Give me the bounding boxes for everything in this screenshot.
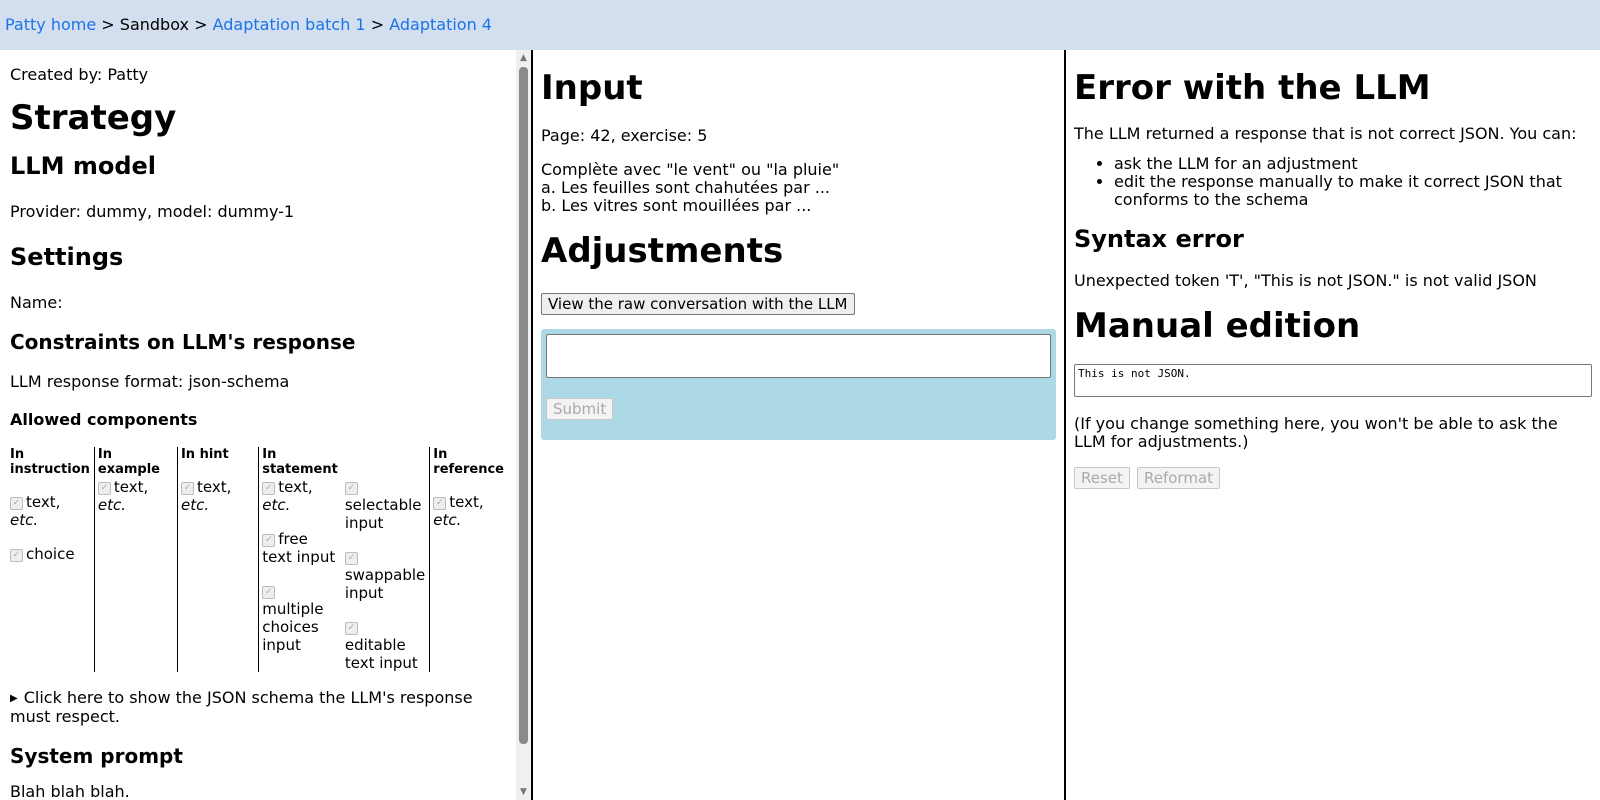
constraints-heading: Constraints on LLM's response: [10, 330, 356, 354]
checkbox: ✓: [344, 622, 358, 635]
checkbox: ✓: [262, 534, 276, 547]
checkbox: ✓: [10, 497, 23, 510]
breadcrumb-link-adaptation[interactable]: Adaptation 4: [389, 15, 492, 34]
adjustments-heading: Adjustments: [541, 231, 784, 271]
checkbox: ✓: [97, 482, 111, 495]
breadcrumb: Patty home > Sandbox > Adaptation batch …: [0, 0, 1600, 50]
breadcrumb-separator: >: [101, 15, 115, 34]
manual-edition-heading: Manual edition: [1074, 306, 1361, 346]
disclosure-triangle-icon: ▶: [10, 693, 18, 704]
strategy-heading: Strategy: [10, 98, 177, 138]
strategy-panel: Created by: Patty Strategy LLM model Pro…: [0, 50, 533, 800]
breadcrumb-link-home[interactable]: Patty home: [5, 15, 96, 34]
checkbox: ✓: [433, 497, 447, 510]
column-header-reference: In reference: [429, 447, 508, 477]
created-by: Created by: Patty: [10, 65, 149, 84]
hint-text-option: ✓ text, etc.: [180, 478, 232, 514]
list-item: ask the LLM for an adjustment: [1114, 155, 1592, 173]
checkbox: ✓: [344, 482, 358, 495]
name-text: Name:: [10, 293, 63, 312]
breadcrumb-link-batch[interactable]: Adaptation batch 1: [213, 15, 366, 34]
exercise-line: b. Les vitres sont mouillées par ...: [541, 196, 812, 215]
statement-editable-option: ✓ editable text input: [344, 622, 418, 672]
checkbox: ✓: [180, 482, 194, 495]
column-header-statement: In statement: [258, 447, 342, 477]
reference-text-option: ✓ text, etc.: [433, 493, 484, 529]
column-header-hint: In hint: [176, 447, 259, 477]
syntax-error-heading: Syntax error: [1074, 225, 1244, 253]
instruction-text-option: ✓ text, etc.: [10, 493, 61, 529]
manual-edition-note: (If you change something here, you won't…: [1074, 414, 1558, 451]
allowed-components-table: In instruction In example In hint In sta…: [10, 447, 508, 672]
breadcrumb-item-sandbox: Sandbox: [119, 15, 189, 34]
reset-button[interactable]: Reset: [1074, 467, 1130, 489]
system-prompt-text: Blah blah blah.: [10, 782, 130, 800]
adjustment-form: Submit: [541, 329, 1056, 440]
settings-heading: Settings: [10, 243, 124, 271]
system-prompt-heading: System prompt: [10, 744, 183, 768]
error-panel: Error with the LLM The LLM returned a re…: [1066, 50, 1600, 800]
response-format-text: LLM response format: json-schema: [10, 372, 290, 391]
scroll-up-icon[interactable]: ▲: [519, 53, 528, 63]
json-schema-toggle[interactable]: ▶ Click here to show the JSON schema the …: [10, 688, 508, 726]
error-options-list: ask the LLM for an adjustment edit the r…: [1074, 155, 1592, 209]
llm-model-heading: LLM model: [10, 152, 157, 180]
statement-multiple-choices-option: ✓ multiple choices input: [262, 586, 324, 654]
adjustment-input[interactable]: [546, 334, 1051, 378]
checkbox: ✓: [262, 586, 276, 599]
example-text-option: ✓ text, etc.: [97, 478, 149, 514]
breadcrumb-separator: >: [370, 15, 385, 34]
input-panel: Input Page: 42, exercise: 5 Complète ave…: [533, 50, 1066, 800]
page-exercise-text: Page: 42, exercise: 5: [541, 126, 708, 145]
scroll-down-icon[interactable]: ▼: [519, 787, 528, 797]
statement-free-text-option: ✓ free text input: [262, 530, 336, 566]
error-heading: Error with the LLM: [1074, 68, 1431, 108]
statement-selectable-option: ✓ selectable input: [344, 482, 422, 532]
exercise-line: a. Les feuilles sont chahutées par ...: [541, 178, 831, 197]
exercise-text: Complète avec "le vent" ou "la pluie" a.…: [541, 161, 1056, 215]
checkbox: ✓: [10, 549, 23, 562]
left-scrollbar[interactable]: ▲ ▼: [516, 50, 531, 800]
breadcrumb-separator: >: [194, 15, 208, 34]
input-heading: Input: [541, 68, 643, 108]
provider-text: Provider: dummy, model: dummy-1: [10, 202, 295, 221]
checkbox: ✓: [344, 552, 358, 565]
syntax-error-message: Unexpected token 'T', "This is not JSON.…: [1074, 271, 1537, 290]
manual-edition-textarea[interactable]: This is not JSON.: [1074, 364, 1592, 397]
column-header-instruction: In instruction: [10, 447, 90, 477]
view-raw-conversation-button[interactable]: View the raw conversation with the LLM: [541, 293, 855, 315]
statement-text-option: ✓ text, etc.: [262, 478, 313, 514]
scrollbar-thumb[interactable]: [519, 67, 528, 744]
statement-swappable-option: ✓ swappable input: [344, 552, 426, 602]
error-description: The LLM returned a response that is not …: [1074, 124, 1577, 143]
checkbox: ✓: [262, 482, 276, 495]
instruction-choice-option: ✓ choice: [10, 545, 90, 563]
exercise-line: Complète avec "le vent" ou "la pluie": [541, 160, 840, 179]
allowed-components-heading: Allowed components: [10, 410, 198, 429]
column-header-statement-2: [342, 447, 430, 477]
submit-button[interactable]: Submit: [546, 398, 614, 420]
reformat-button[interactable]: Reformat: [1137, 467, 1221, 489]
list-item: edit the response manually to make it co…: [1114, 173, 1592, 209]
column-header-example: In example: [93, 447, 178, 477]
